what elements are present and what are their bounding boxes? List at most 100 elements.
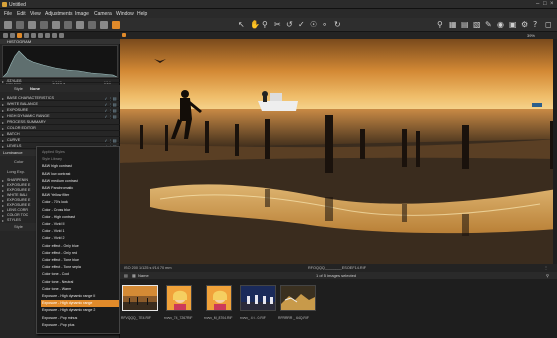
menu-view[interactable]: View bbox=[30, 11, 41, 17]
undo-icon[interactable] bbox=[52, 21, 60, 29]
camera-icon[interactable]: ▣ bbox=[509, 20, 517, 29]
tab-detail-icon[interactable] bbox=[31, 33, 36, 38]
paste-settings-icon[interactable] bbox=[88, 21, 96, 29]
style-menu-item[interactable]: Color effect - Only red bbox=[41, 250, 119, 257]
style-menu-item[interactable]: Color - High contrast bbox=[41, 214, 119, 221]
tab-metadata-icon[interactable] bbox=[45, 33, 50, 38]
settings-icon[interactable]: ⚙ bbox=[521, 20, 528, 29]
color-picker-icon[interactable]: ✎ bbox=[485, 20, 492, 29]
red-eye-tool-icon[interactable]: ☉ bbox=[310, 20, 317, 29]
histogram-header[interactable]: HISTOGRAM bbox=[0, 39, 120, 44]
help-icon[interactable]: ? bbox=[533, 20, 537, 29]
white-balance-picker-icon[interactable]: ✓ bbox=[298, 20, 305, 29]
style-menu-item[interactable]: Color - Vivid 2 bbox=[41, 235, 119, 242]
copy-settings-icon[interactable] bbox=[76, 21, 84, 29]
open-folder-icon[interactable] bbox=[16, 21, 24, 29]
style-menu-item[interactable]: Color - Cross blur bbox=[41, 207, 119, 214]
print-icon[interactable] bbox=[40, 21, 48, 29]
tab-output-icon[interactable] bbox=[52, 33, 57, 38]
search-icon[interactable]: ⚲ bbox=[437, 20, 443, 29]
style-menu-item[interactable]: Exposure - High dynamic range II bbox=[41, 293, 119, 300]
thumbnail-5[interactable] bbox=[280, 285, 316, 311]
browser-search-icon[interactable]: ⚲ bbox=[546, 272, 549, 279]
section-base-characteristics[interactable]: BASE CHARACTERISTICS ✓⋮▤ bbox=[0, 96, 120, 101]
tab-adjust-icon[interactable] bbox=[17, 33, 22, 38]
section-controls-icon[interactable]: ✓⋮▤ bbox=[104, 102, 117, 107]
style-menu-item[interactable]: Exposure - High dynamic range bbox=[41, 300, 119, 308]
browser-grid-toggle-icon[interactable]: ▦ bbox=[132, 272, 136, 279]
thumbnail-2[interactable] bbox=[166, 285, 192, 311]
style-menu-item[interactable]: Color effect - Tone sepia bbox=[41, 264, 119, 271]
rotate-tool-icon[interactable]: ↻ bbox=[334, 20, 341, 29]
browser-view-icon[interactable]: ▤ bbox=[461, 20, 469, 29]
style-menu-item[interactable]: B&W Panchromatic bbox=[41, 185, 119, 192]
thumbnail-1[interactable] bbox=[122, 285, 158, 311]
style-menu-item[interactable]: B&W low contrast bbox=[41, 171, 119, 178]
import-icon[interactable] bbox=[4, 21, 12, 29]
section-batch[interactable]: BATCH bbox=[0, 132, 120, 137]
style-menu-item[interactable]: Color tone - Cool bbox=[41, 271, 119, 278]
maximize-icon[interactable]: □ bbox=[543, 1, 547, 7]
zoom-level[interactable]: 39% bbox=[527, 33, 535, 38]
style-menu-item[interactable]: Color tone - Warm bbox=[41, 286, 119, 293]
close-icon[interactable]: × bbox=[550, 1, 554, 7]
grid-view-icon[interactable]: ▦ bbox=[449, 20, 457, 29]
section-high-dynamic-range[interactable]: HIGH DYNAMIC RANGE ✓⋮▤ bbox=[0, 114, 120, 119]
spot-tool-icon[interactable]: ∘ bbox=[322, 20, 327, 29]
cursor-tool-icon[interactable]: ↖ bbox=[238, 20, 245, 29]
tab-folders-icon[interactable] bbox=[3, 33, 8, 38]
reset-icon[interactable] bbox=[100, 21, 108, 29]
redo-icon[interactable] bbox=[64, 21, 72, 29]
tab-lens-icon[interactable] bbox=[38, 33, 43, 38]
main-photo[interactable] bbox=[120, 39, 557, 264]
style-menu-item[interactable]: Color effect - Tone blue bbox=[41, 257, 119, 264]
viewer-scrollbar[interactable] bbox=[553, 39, 557, 264]
styles-section-header[interactable]: STYLES bbox=[0, 78, 120, 84]
section-process-summary[interactable]: PROCESS SUMMARY bbox=[0, 120, 120, 125]
style-menu-item[interactable]: B&W high contrast bbox=[41, 163, 119, 170]
menu-file[interactable]: File bbox=[4, 11, 12, 17]
section-controls-icon[interactable]: ✓⋮▤ bbox=[104, 114, 117, 119]
straighten-tool-icon[interactable]: ↺ bbox=[286, 20, 293, 29]
loupe-icon[interactable]: ◉ bbox=[497, 20, 504, 29]
style-menu-item[interactable]: B&W Yellow filter bbox=[41, 192, 119, 199]
section-color-editor[interactable]: COLOR EDITOR bbox=[0, 126, 120, 131]
style-menu-item[interactable]: Color effect - Only blue bbox=[41, 243, 119, 250]
menu-edit[interactable]: Edit bbox=[17, 11, 26, 17]
save-icon[interactable] bbox=[28, 21, 36, 29]
tab-color-icon[interactable] bbox=[24, 33, 29, 38]
section-controls-icon[interactable]: ✓⋮▤ bbox=[104, 96, 117, 101]
style-menu-item[interactable]: Color - 70's look bbox=[41, 199, 119, 206]
browser-view-toggle-icon[interactable]: ▤ bbox=[124, 272, 128, 279]
process-icon[interactable] bbox=[112, 21, 120, 29]
crop-tool-icon[interactable]: ✂ bbox=[274, 20, 281, 29]
menu-help[interactable]: Help bbox=[137, 11, 147, 17]
hand-tool-icon[interactable]: ✋ bbox=[250, 20, 260, 29]
section-controls-icon[interactable]: ✓⋮▤ bbox=[104, 138, 117, 143]
browser-sort-label[interactable]: Name bbox=[138, 272, 149, 279]
style-menu-item[interactable]: B&W medium contrast bbox=[41, 178, 119, 185]
section-controls-icon[interactable]: ✓⋮▤ bbox=[104, 108, 117, 113]
style-menu-item[interactable]: Exposure - Pop plus bbox=[41, 322, 119, 329]
style-menu-item[interactable]: Exposure - High dynamic range 2 bbox=[41, 307, 119, 314]
menu-camera[interactable]: Camera bbox=[94, 11, 112, 17]
menu-window[interactable]: Window bbox=[116, 11, 134, 17]
zoom-tool-icon[interactable]: ⚲ bbox=[262, 20, 268, 29]
thumbnail-4[interactable] bbox=[240, 285, 276, 311]
minimize-icon[interactable]: – bbox=[536, 1, 539, 7]
style-menu-item[interactable]: Color tone - Neutral bbox=[41, 279, 119, 286]
style-row[interactable]: Style None bbox=[0, 85, 120, 92]
section-exposure[interactable]: EXPOSURE ✓⋮▤ bbox=[0, 108, 120, 113]
style-bottom-row[interactable]: Style bbox=[0, 223, 36, 231]
section-white-balance[interactable]: WHITE BALANCE ✓⋮▤ bbox=[0, 102, 120, 107]
style-menu-item[interactable]: Exposure - Pop minus bbox=[41, 315, 119, 322]
style-menu-item[interactable]: Color - Vivid II bbox=[41, 221, 119, 228]
tab-library-icon[interactable] bbox=[10, 33, 15, 38]
tab-batch-icon[interactable] bbox=[59, 33, 64, 38]
menu-adjustments[interactable]: Adjustments bbox=[45, 11, 73, 17]
status-more-icon[interactable]: ⋮ bbox=[544, 264, 548, 272]
fullscreen-icon[interactable]: ◻ bbox=[545, 20, 552, 29]
compare-view-icon[interactable]: ▧ bbox=[473, 20, 481, 29]
section-curve[interactable]: CURVE ✓⋮▤ bbox=[0, 138, 120, 143]
style-menu-item[interactable]: Color - Vivid 1 bbox=[41, 228, 119, 235]
